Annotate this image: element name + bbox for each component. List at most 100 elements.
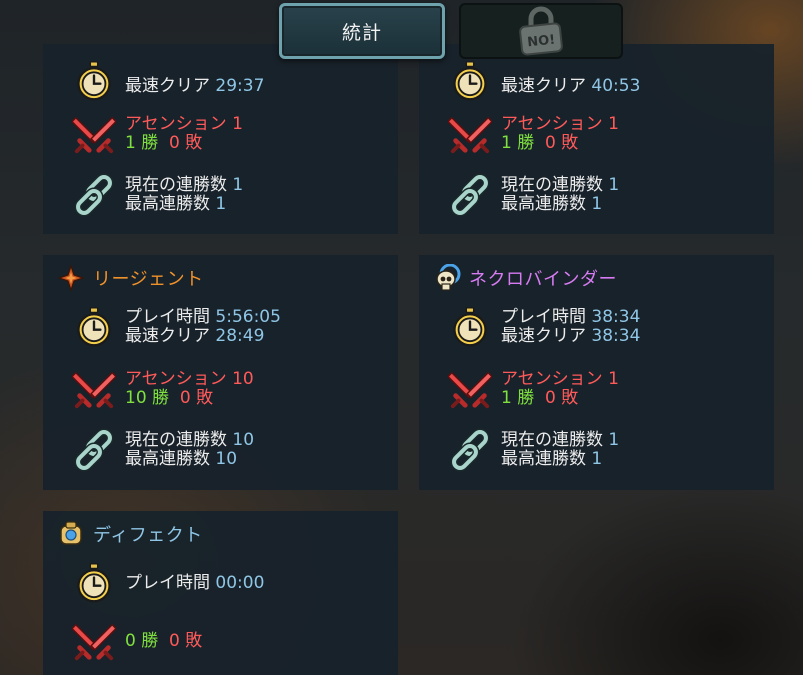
streak-row: 現在の連勝数 1 最高連勝数 1 (447, 427, 619, 473)
losses-value: 0 (169, 630, 180, 651)
ascension-label: アセンション (501, 369, 603, 389)
wins-value: 1 (501, 388, 512, 408)
ascension-row: アセンション 1 1 勝 0 敗 (447, 111, 619, 157)
ascension-value: 1 (608, 114, 619, 134)
wins-value: 10 (125, 388, 147, 408)
best-clear-label: 最速クリア (501, 326, 586, 346)
playtime-value: 38:34 (591, 307, 641, 327)
losses-label: 敗 (196, 388, 214, 408)
wins-value: 1 (125, 133, 136, 153)
tab-locked[interactable]: NO! (459, 3, 623, 59)
wins-label: 勝 (152, 388, 170, 408)
defect-orb-icon (57, 520, 85, 548)
streak-value: 1 (608, 175, 620, 195)
wins-label: 勝 (141, 133, 159, 153)
best-clear-row: 最速クリア 29:37 (71, 58, 264, 104)
tab-statistics[interactable]: 統計 (279, 3, 445, 59)
streak-label: 現在の連勝数 (501, 175, 603, 195)
character-name: リージェント (93, 269, 204, 290)
losses-label: 敗 (561, 388, 579, 408)
character-header: リージェント (57, 265, 204, 291)
stopwatch-icon (447, 304, 493, 350)
ascension-value: 1 (608, 369, 619, 389)
best-clear-value: 40:53 (591, 75, 641, 96)
ascension-row: アセンション 1 1 勝 0 敗 (447, 366, 619, 412)
best-clear-label: 最速クリア (125, 326, 210, 346)
wins-value: 1 (501, 133, 512, 153)
playtime-value: 00:00 (215, 572, 265, 593)
regent-star-icon (57, 264, 85, 292)
ascension-row: 0 勝 0 敗 (71, 618, 202, 664)
stopwatch-icon (71, 304, 117, 350)
character-panel-necrobinder: ネクロバインダー プレイ時間 38:34 最速クリア 38:34 アセンション … (419, 255, 774, 490)
stopwatch-icon (447, 58, 493, 104)
wins-label: 勝 (517, 388, 535, 408)
best-clear-label: 最速クリア (125, 75, 210, 96)
streak-label: 現在の連勝数 (125, 430, 227, 450)
playtime-label: プレイ時間 (501, 307, 586, 327)
losses-value: 0 (169, 133, 180, 153)
best-clear-value: 29:37 (215, 75, 265, 96)
chain-icon (447, 427, 493, 473)
streak-row: 現在の連勝数 10 最高連勝数 10 (71, 427, 254, 473)
ascension-row: アセンション 10 10 勝 0 敗 (71, 366, 254, 412)
best-streak-value: 1 (591, 194, 603, 214)
losses-value: 0 (545, 388, 556, 408)
best-streak-label: 最高連勝数 (501, 449, 586, 469)
crossed-swords-icon (447, 111, 493, 157)
ascension-label: アセンション (501, 114, 603, 134)
stopwatch-icon (71, 58, 117, 104)
padlock-icon: NO! (519, 6, 563, 56)
playtime-row: プレイ時間 38:34 最速クリア 38:34 (447, 304, 640, 350)
wins-label: 勝 (517, 133, 535, 153)
losses-label: 敗 (185, 133, 203, 153)
streak-value: 1 (232, 175, 244, 195)
losses-value: 0 (545, 133, 556, 153)
ascension-value: 10 (232, 369, 254, 389)
ascension-label: アセンション (125, 369, 227, 389)
crossed-swords-icon (71, 111, 117, 157)
crossed-swords-icon (71, 618, 117, 664)
streak-row: 現在の連勝数 1 最高連勝数 1 (71, 172, 243, 218)
character-header: ディフェクト (57, 521, 203, 547)
playtime-value: 5:56:05 (215, 307, 281, 327)
crossed-swords-icon (447, 366, 493, 412)
best-streak-value: 1 (591, 449, 603, 469)
streak-value: 1 (608, 430, 620, 450)
best-streak-value: 10 (215, 449, 238, 469)
losses-label: 敗 (561, 133, 579, 153)
ascension-row: アセンション 1 1 勝 0 敗 (71, 111, 243, 157)
ascension-value: 1 (232, 114, 243, 134)
character-panel-regent: リージェント プレイ時間 5:56:05 最速クリア 28:49 アセンション … (43, 255, 398, 490)
best-clear-value: 28:49 (215, 326, 265, 346)
crossed-swords-icon (71, 366, 117, 412)
playtime-label: プレイ時間 (125, 572, 210, 593)
tab-statistics-label: 統計 (341, 21, 382, 44)
chain-icon (71, 172, 117, 218)
skull-icon (433, 264, 461, 292)
character-name: ディフェクト (93, 525, 203, 546)
character-panel-1: 最速クリア 29:37 アセンション 1 1 勝 0 敗 現在の連勝数 1 最高… (43, 44, 398, 234)
playtime-label: プレイ時間 (125, 307, 210, 327)
wins-label: 勝 (141, 630, 159, 651)
stopwatch-icon (71, 560, 117, 606)
best-clear-label: 最速クリア (501, 75, 586, 96)
character-panel-defect: ディフェクト プレイ時間 00:00 0 勝 0 敗 (43, 511, 398, 675)
best-streak-value: 1 (215, 194, 227, 214)
losses-label: 敗 (185, 630, 203, 651)
chain-icon (71, 427, 117, 473)
locked-tab-label: NO! (527, 33, 556, 51)
character-panel-2: 最速クリア 40:53 アセンション 1 1 勝 0 敗 現在の連勝数 1 最高… (419, 44, 774, 234)
playtime-row: プレイ時間 5:56:05 最速クリア 28:49 (71, 304, 281, 350)
streak-value: 10 (232, 430, 255, 450)
best-clear-row: 最速クリア 40:53 (447, 58, 640, 104)
streak-row: 現在の連勝数 1 最高連勝数 1 (447, 172, 619, 218)
streak-label: 現在の連勝数 (501, 430, 603, 450)
character-name: ネクロバインダー (469, 269, 617, 290)
losses-value: 0 (179, 388, 191, 408)
wins-value: 0 (125, 630, 136, 651)
playtime-row: プレイ時間 00:00 (71, 560, 264, 606)
ascension-label: アセンション (125, 114, 227, 134)
best-clear-value: 38:34 (591, 326, 641, 346)
chain-icon (447, 172, 493, 218)
